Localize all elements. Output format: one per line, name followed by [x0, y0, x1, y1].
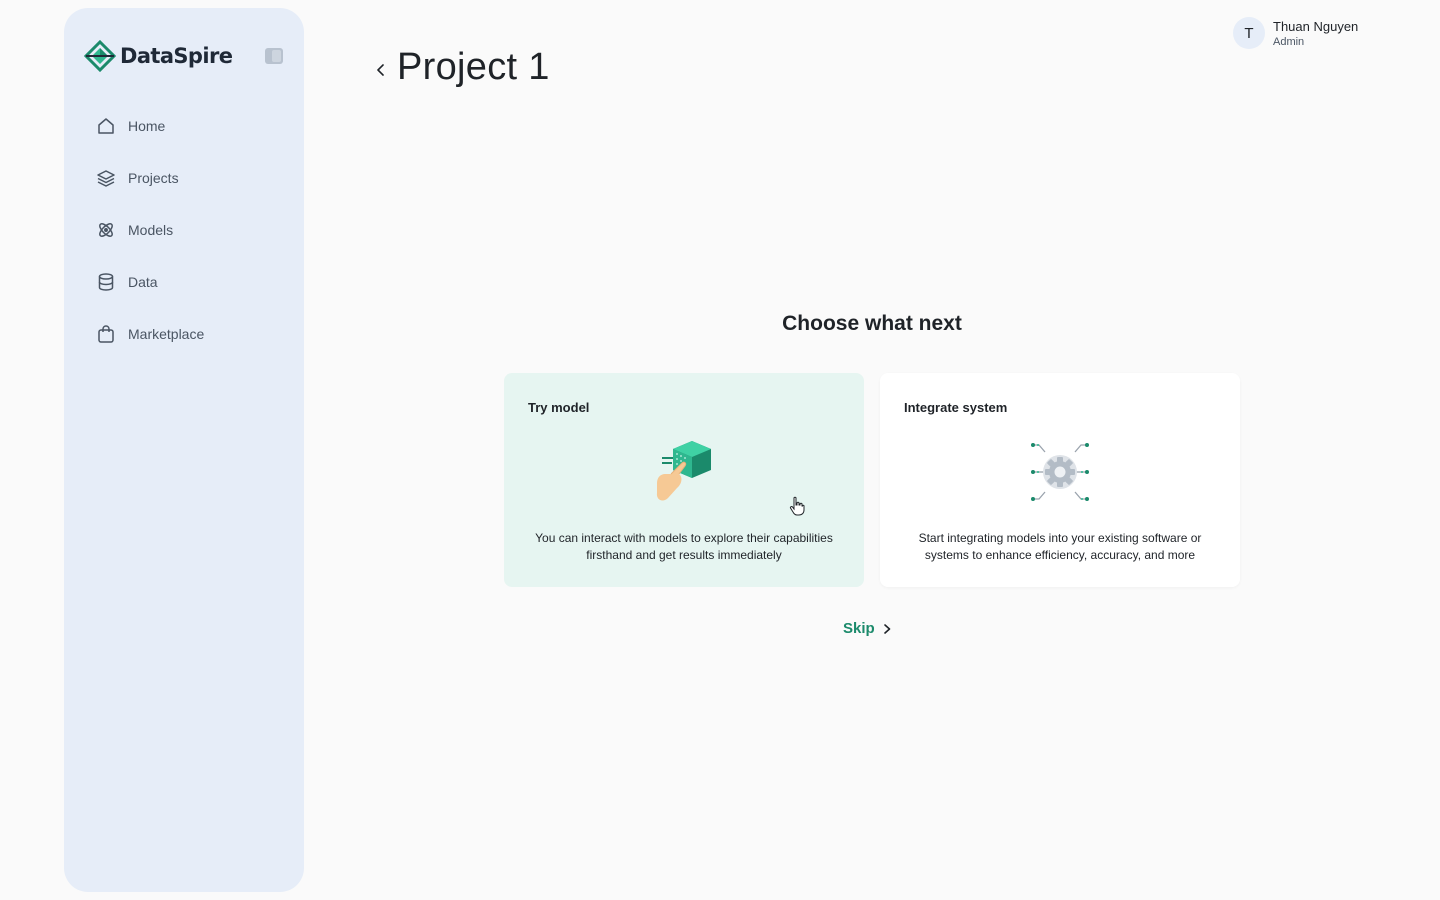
gear-network-icon [1031, 443, 1089, 501]
page-title: Project 1 [397, 46, 550, 88]
brand-name: DataSpire [120, 44, 233, 68]
card-description: Start integrating models into your exist… [918, 531, 1202, 562]
sidebar-item-label: Marketplace [128, 326, 205, 342]
sidebar-item-home[interactable]: Home [84, 100, 284, 152]
try-model-card[interactable]: Try model You can interact with models t… [504, 373, 864, 587]
skip-label: Skip [843, 620, 875, 637]
user-name: Thuan Nguyen [1273, 18, 1359, 34]
layers-icon [97, 170, 115, 187]
card-description: You can interact with models to explore … [535, 531, 833, 562]
card-title: Try model [528, 400, 590, 415]
integrate-system-card[interactable]: Integrate system Start integrating model… [880, 373, 1240, 587]
hand-pointer-cursor-icon [789, 496, 805, 516]
chevron-right-icon [883, 623, 890, 634]
brand-logo-icon [84, 40, 116, 72]
sidebar-item-label: Home [128, 118, 166, 134]
sidebar: DataSpire Home Projects Models Data Mark… [64, 8, 304, 892]
sidebar-item-marketplace[interactable]: Marketplace [84, 308, 284, 360]
shopping-bag-icon [98, 325, 114, 343]
sidebar-item-data[interactable]: Data [84, 256, 284, 308]
sidebar-collapse-button[interactable] [265, 48, 283, 64]
user-role: Admin [1273, 35, 1305, 48]
home-icon [98, 118, 114, 134]
hand-cube-icon [656, 441, 711, 501]
avatar: T [1233, 17, 1265, 49]
card-title: Integrate system [904, 400, 1008, 415]
back-chevron-icon[interactable] [372, 60, 388, 80]
sidebar-item-label: Data [128, 274, 158, 290]
database-icon [98, 273, 114, 291]
brand[interactable]: DataSpire [84, 40, 233, 72]
sidebar-item-label: Projects [128, 170, 179, 186]
sidebar-item-label: Models [128, 222, 174, 238]
sidebar-nav: Home Projects Models Data Marketplace [84, 100, 284, 360]
sidebar-item-models[interactable]: Models [84, 204, 284, 256]
user-info: Thuan Nguyen Admin [1273, 18, 1358, 49]
choose-heading: Choose what next [782, 312, 962, 335]
atom-icon [99, 223, 113, 237]
skip-button[interactable]: Skip [843, 620, 893, 637]
user-menu[interactable]: T Thuan Nguyen Admin [1233, 17, 1358, 49]
sidebar-item-projects[interactable]: Projects [84, 152, 284, 204]
